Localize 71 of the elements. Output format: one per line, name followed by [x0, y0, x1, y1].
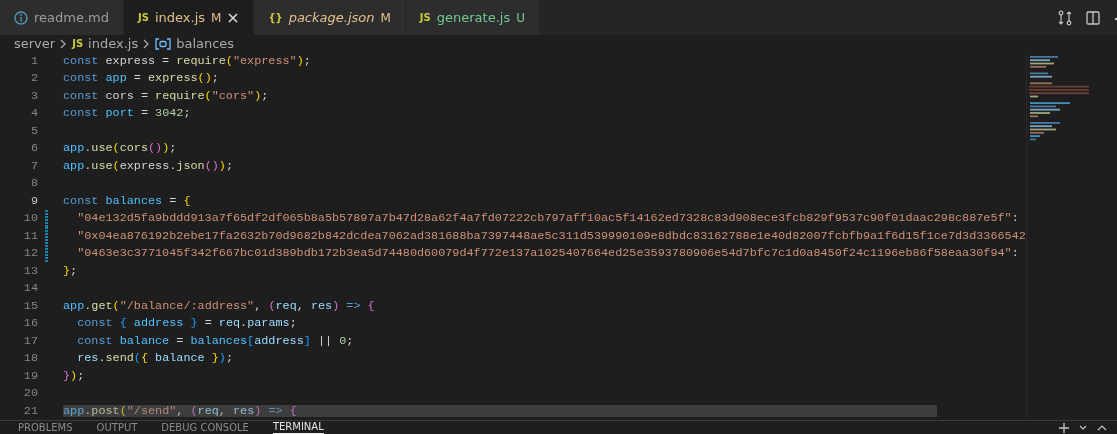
info-icon	[14, 10, 28, 25]
line-number: 7	[29, 158, 38, 173]
editor-tab[interactable]: {} package.json M	[254, 0, 406, 35]
code-line: res.send({ balance });	[76, 351, 233, 366]
line-number: 1	[29, 53, 38, 68]
line-number: 4	[29, 106, 38, 121]
code-line: "0463e3c3771045f342f667bc01d389bdb172b3ea5d74480d60079d4f772e137a1025407664ed25e3593780906e54d7bfc7c1d0a8450f24c1196eb86f58eaa30f94":	[76, 246, 1019, 261]
line-number: 20	[22, 386, 38, 401]
editor-tab[interactable]: JS index.js M	[124, 0, 255, 35]
panel-tab[interactable]: DEBUG CONSOLE	[161, 421, 249, 434]
close-icon[interactable]	[227, 11, 240, 24]
line-number: 10	[22, 211, 38, 226]
code-line: const { address } = req.params;	[76, 316, 297, 331]
code-line: const app = express();	[63, 71, 219, 86]
line-number: 17	[22, 333, 38, 348]
line-number: 11	[22, 228, 38, 243]
code-line: const balances = {	[63, 193, 191, 208]
breadcrumb-item[interactable]: balances	[176, 36, 235, 51]
line-number: 12	[22, 246, 38, 261]
line-number: 6	[29, 141, 38, 156]
split-editor-icon[interactable]	[1085, 9, 1101, 26]
line-number: 18	[22, 351, 38, 366]
file-type-label: {}	[268, 12, 283, 23]
code-line: const express = require("express");	[63, 53, 311, 68]
breadcrumb-item[interactable]: server	[14, 36, 56, 51]
code-line: });	[63, 368, 85, 383]
code-line: const cors = require("cors");	[63, 88, 269, 103]
line-number: 21	[22, 403, 38, 418]
code-line: app.use(express.json());	[63, 158, 233, 173]
line-number: 8	[29, 176, 38, 191]
file-type-label: JS	[138, 12, 149, 23]
code-line: "04e132d5fa9bddd913a7f65df2df065b8a5b57897a7b47d28a62f4a7fd07222cb797aff10ac5f14162ed7328c83d908ece3fcb829f9537c90f01daac298c887e5f":	[76, 211, 1019, 226]
line-number: 9	[29, 193, 38, 208]
tab-label: readme.md	[34, 10, 109, 25]
chevron-down-icon[interactable]	[1079, 424, 1087, 431]
code-line: };	[63, 263, 78, 278]
code-line: const port = 3042;	[63, 106, 191, 121]
panel-tab[interactable]: PROBLEMS	[18, 421, 73, 434]
file-type-label: JS	[72, 38, 84, 49]
line-number: 13	[22, 263, 38, 278]
chevron-right-icon	[60, 38, 68, 49]
horizontal-scrollbar[interactable]	[63, 404, 937, 417]
panel-tab[interactable]: OUTPUT	[96, 421, 138, 434]
git-status: M	[380, 10, 391, 25]
git-status: M	[211, 10, 222, 25]
line-number: 15	[22, 298, 38, 313]
code-line: "0x04ea876192b2ebe17fa2632b70d9682b842dcdea7062ad381688ba7397448ae5c311d539990109e8dbdc83162788e1e40d82007fcbfb9a1f6d15f1ce7d3d3366542	[76, 228, 1026, 243]
code-line: app.post("/send", (req, res) => {	[63, 403, 297, 418]
file-type-label: JS	[419, 12, 431, 23]
line-number: 2	[29, 71, 38, 86]
panel-tab[interactable]: TERMINAL	[272, 421, 324, 434]
tab-label: generate.js	[436, 10, 511, 25]
editor-tab[interactable]: JS generate.js U	[405, 0, 540, 35]
line-number: 19	[22, 368, 38, 383]
chevron-right-icon	[143, 38, 151, 49]
plus-icon[interactable]	[1059, 422, 1069, 433]
breadcrumb-item[interactable]: index.js	[88, 36, 139, 51]
code-line: app.use(cors());	[63, 141, 177, 156]
code-line: const balance = balances[address] || 0;	[76, 333, 354, 348]
line-number: 3	[29, 88, 38, 103]
tab-label: index.js	[154, 10, 206, 25]
tab-label: package.json	[288, 10, 375, 25]
code-line: app.get("/balance/:address", (req, res) => {	[63, 298, 375, 313]
line-number: 16	[22, 316, 38, 331]
editor-tab[interactable]: readme.md	[0, 0, 124, 35]
line-number: 5	[29, 123, 38, 138]
git-status: U	[516, 10, 525, 25]
line-number: 14	[22, 281, 38, 296]
variable-icon	[155, 37, 172, 50]
chevron-up-icon[interactable]	[1097, 424, 1107, 431]
compare-changes-icon[interactable]	[1057, 9, 1073, 26]
